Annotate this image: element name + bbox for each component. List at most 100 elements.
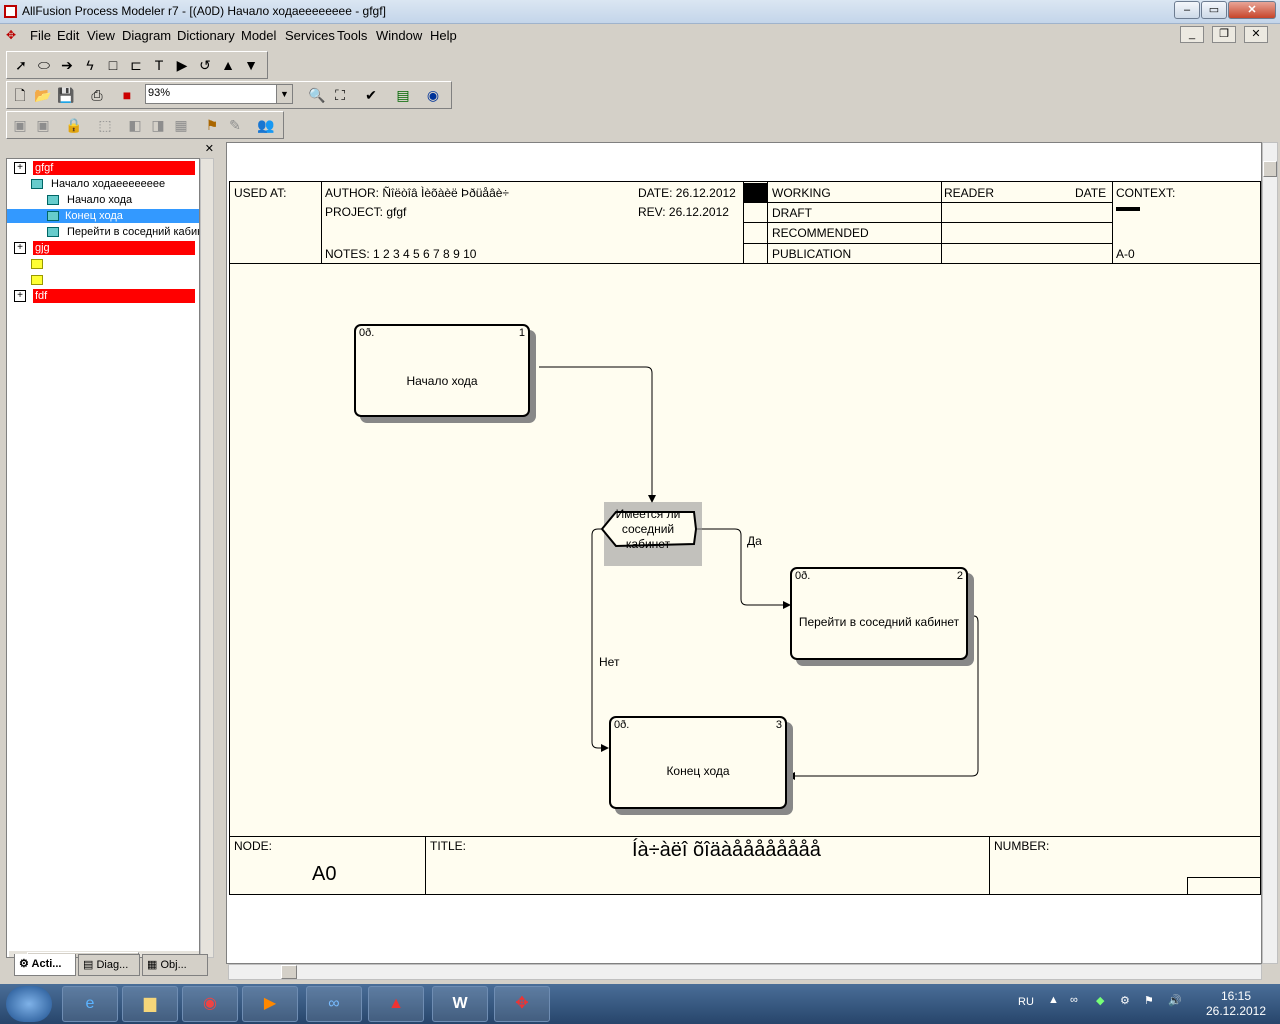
data-store-tool-icon[interactable]: ⊏ (126, 55, 146, 75)
model-explorer-icon[interactable]: ▤ (393, 85, 413, 105)
tree-model-fdf[interactable]: fdf (33, 289, 195, 303)
mart-merge-icon[interactable]: ◧ (125, 115, 145, 135)
activity-cost: 0ð. (795, 570, 811, 582)
tree-activity-1[interactable]: Начало хода (65, 193, 199, 207)
go-up-icon[interactable]: ▲ (218, 55, 238, 75)
window-title: AllFusion Process Modeler r7 - [(A0D) На… (22, 4, 386, 18)
tree-activity-2[interactable]: Конец хода (7, 209, 199, 223)
open-file-icon[interactable]: 📂 (33, 85, 53, 105)
new-file-icon[interactable]: 🗋 (10, 85, 30, 105)
chrome-icon[interactable]: ◉ (182, 986, 238, 1022)
close-pane-icon[interactable]: ✕ (205, 142, 214, 155)
canvas-vertical-scrollbar[interactable] (1262, 142, 1278, 964)
tree-model-gfgf[interactable]: gfgf (33, 161, 195, 175)
action-center-icon[interactable]: ⚑ (1144, 994, 1154, 1007)
mart-grid-icon[interactable]: ▦ (171, 115, 191, 135)
arrow-tool-icon[interactable]: ➔ (57, 55, 77, 75)
navigator-icon[interactable]: ◉ (423, 85, 443, 105)
media-player-icon[interactable]: ▶ (242, 986, 298, 1022)
mart-report-icon[interactable]: ⚑ (202, 115, 222, 135)
number-box (1187, 877, 1260, 895)
color-icon[interactable]: ■ (117, 85, 137, 105)
tab-label: Diag... (96, 959, 129, 971)
zoom-fit-icon[interactable]: ⛶ (330, 85, 350, 105)
nvidia-icon[interactable]: ◆ (1096, 994, 1104, 1007)
no-label: Нет (599, 655, 620, 669)
mart-copy-icon[interactable]: ◨ (148, 115, 168, 135)
menu-model[interactable]: Model (241, 28, 276, 43)
spell-check-icon[interactable]: ✔ (361, 85, 381, 105)
close-button[interactable]: ✕ (1228, 1, 1276, 19)
expand-icon[interactable]: + (14, 242, 26, 254)
mart-connect-icon[interactable]: ▣ (10, 115, 30, 135)
menu-view[interactable]: View (87, 28, 115, 43)
pointer-tool-icon[interactable]: ➚ (11, 55, 31, 75)
maximize-button[interactable]: ▭ (1201, 1, 1227, 19)
tree-vertical-scrollbar[interactable] (200, 158, 214, 958)
menu-file[interactable]: File (30, 28, 51, 43)
activity-box-tool-icon[interactable]: ⬭ (34, 55, 54, 75)
zoom-select[interactable]: 93% ▼ (145, 84, 293, 104)
menu-edit[interactable]: Edit (57, 28, 79, 43)
expand-icon[interactable]: + (14, 162, 26, 174)
menu-diagram[interactable]: Diagram (122, 28, 171, 43)
expand-icon[interactable]: + (14, 290, 26, 302)
tab-objects[interactable]: ▦ Obj... (142, 954, 208, 976)
menu-tools[interactable]: Tools (337, 28, 367, 43)
model-explorer: ✕ + gfgf Начало ходаееееееее Начало хода… (4, 142, 216, 980)
explorer-icon[interactable]: ▆ (122, 986, 178, 1022)
start-button[interactable] (6, 986, 52, 1022)
tab-activities[interactable]: ⚙ Acti... (14, 954, 76, 976)
language-indicator[interactable]: RU (1018, 996, 1034, 1008)
node-value: A0 (312, 863, 337, 885)
taskbar: e ▆ ◉ ▶ ∞ ▲ W ✥ RU ▲ ∞ ◆ ⚙ ⚑ 🔊 16:15 26.… (0, 984, 1280, 1024)
mart-options-icon[interactable]: ✎ (225, 115, 245, 135)
word-icon[interactable]: W (432, 986, 488, 1022)
zoom-in-icon[interactable]: 🔍 (307, 85, 327, 105)
tray-settings-icon[interactable]: ⚙ (1120, 994, 1130, 1007)
infinity-app-icon[interactable]: ∞ (306, 986, 362, 1022)
tray-app-icon[interactable]: ∞ (1070, 994, 1078, 1006)
tree-model-gjg[interactable]: gjg (33, 241, 195, 255)
tree-diagram[interactable]: Начало ходаееееееее (49, 177, 199, 191)
process-modeler-icon[interactable]: ✥ (494, 986, 550, 1022)
volume-icon[interactable]: 🔊 (1168, 994, 1182, 1007)
mdi-doc-icon[interactable]: ✥ (6, 28, 16, 42)
tray-expand-icon[interactable]: ▲ (1048, 994, 1059, 1006)
diagram-canvas[interactable]: USED AT: AUTHOR: Ñîëòîâ Ìèõàèë Þðüåâè÷ P… (226, 142, 1262, 964)
mart-disconnect-icon[interactable]: ▣ (33, 115, 53, 135)
undo-icon[interactable]: ↺ (195, 55, 215, 75)
tab-diagrams[interactable]: ▤ Diag... (78, 954, 140, 976)
minimize-button[interactable]: – (1174, 1, 1200, 19)
activity-box-1[interactable]: 0ð. 1 Начало хода (354, 324, 530, 417)
menu-help[interactable]: Help (430, 28, 457, 43)
lock-icon[interactable]: 🔒 (64, 115, 84, 135)
save-icon[interactable]: 💾 (56, 85, 76, 105)
ie-icon[interactable]: e (62, 986, 118, 1022)
menu-dictionary[interactable]: Dictionary (177, 28, 235, 43)
pdf-reader-icon[interactable]: ▲ (368, 986, 424, 1022)
box-tool-icon[interactable]: □ (103, 55, 123, 75)
squiggle-tool-icon[interactable]: ϟ (80, 55, 100, 75)
menu-services[interactable]: Services (285, 28, 335, 43)
menu-window[interactable]: Window (376, 28, 422, 43)
scroll-thumb[interactable] (281, 965, 297, 979)
text-tool-icon[interactable]: T (149, 55, 169, 75)
go-down-icon[interactable]: ▼ (241, 55, 261, 75)
activity-box-3[interactable]: 0ð. 3 Конец хода (609, 716, 787, 809)
arrow-yes[interactable] (696, 528, 791, 609)
mdi-close-button[interactable]: ✕ (1244, 26, 1268, 43)
users-icon[interactable]: 👥 (256, 115, 276, 135)
print-icon[interactable]: ⎙ (87, 85, 107, 105)
play-icon[interactable]: ▶ (172, 55, 192, 75)
scroll-thumb[interactable] (1263, 161, 1277, 177)
arrow-start-to-junction[interactable] (539, 366, 656, 503)
mdi-minimize-button[interactable]: _ (1180, 26, 1204, 43)
mart-save-icon[interactable]: ⬚ (95, 115, 115, 135)
clock[interactable]: 16:15 26.12.2012 (1198, 989, 1274, 1019)
chevron-down-icon[interactable]: ▼ (276, 85, 292, 103)
activity-box-2[interactable]: 0ð. 2 Перейти в соседний кабинет (790, 567, 968, 660)
canvas-horizontal-scrollbar[interactable] (228, 964, 1262, 980)
mdi-restore-button[interactable]: ❐ (1212, 26, 1236, 43)
tree-activity-3[interactable]: Перейти в соседний кабинет (65, 225, 199, 239)
